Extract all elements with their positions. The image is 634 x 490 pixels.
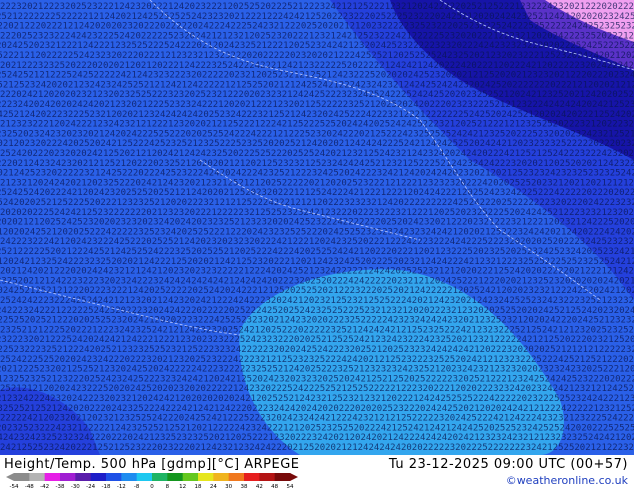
legend-tick-label: 38: [241, 484, 248, 489]
legend-swatch: [228, 473, 245, 481]
contour-label-row: 2325212122252022212223242325242121242323…: [0, 325, 634, 335]
legend-arrow-right: [290, 473, 298, 481]
legend-swatch: [90, 473, 107, 481]
legend-swatch: [75, 473, 92, 481]
legend-swatch: [182, 473, 199, 481]
legend-swatch: [244, 473, 260, 481]
contour-label-row: 2524222525202024232422202223202123202523…: [0, 355, 634, 365]
contour-label-row: 2422232224212024232224252220252521242023…: [0, 237, 634, 247]
contour-label-row: 2021242021222020242423212124212023202323…: [0, 267, 634, 277]
contour-label-row: 2020212120252425232020232320232420242023…: [0, 218, 634, 228]
contour-label-row: 2021222323252022202020212021202221242223…: [0, 61, 634, 71]
valid-time: Tu 23-12-2025 09:00 UTC (00+57): [388, 457, 628, 472]
contour-label-row: 2424232423252323242220222024212325232325…: [0, 433, 634, 443]
legend-tick-label: -38: [56, 484, 65, 489]
contour-label-row: 2120202425212020252224222223252324202525…: [0, 227, 634, 237]
map-viewer: 2223202122232025232221242320222124202322…: [0, 0, 634, 490]
color-legend: -54 -48 -42 -38 -30 -24 -18 -12 -8 0 8 12 18 24 30 38 42…: [6, 473, 298, 489]
contour-label-row: 2021242523202222232124252220222425232224…: [0, 169, 634, 179]
contour-label-row: 2024252023212221242221232525222524222021…: [0, 41, 634, 51]
contour-label-row: 2524202220232020242125202121202421242423…: [0, 149, 634, 159]
legend-swatch: [259, 473, 276, 481]
legend-tick-label: -24: [86, 484, 95, 489]
legend-swatch: [198, 473, 214, 481]
contour-label-row: 2421252523242022212521252322202322202124…: [0, 443, 634, 453]
legend-arrow-left: [6, 473, 14, 481]
legend-swatch: [106, 473, 122, 481]
legend-swatch: [121, 473, 138, 481]
legend-swatch: [274, 473, 291, 481]
contour-label-row: 2021202320222420252024212522242523252123…: [0, 139, 634, 149]
contour-label-row: 2123252325212322202524232425222323242421…: [0, 374, 634, 384]
contour-label-row: 2024252125212122202223222124202522222025…: [0, 286, 634, 296]
contour-label-row: 2322232021222524202424212422212221232023…: [0, 335, 634, 345]
contour-label-row: 2020202225242421252322222220212323202221…: [0, 208, 634, 218]
legend-swatch: [14, 473, 30, 481]
contour-label-row: 2021222523202125252123202425202422222422…: [0, 365, 634, 375]
contour-label-row: 2120242123252422232325202021242221252020…: [0, 257, 634, 267]
temperature-map: 2223202122232025232221242320222124202322…: [0, 0, 634, 455]
legend-tick-label: -42: [40, 484, 49, 489]
legend-swatch: [152, 473, 168, 481]
legend-swatch: [167, 473, 184, 481]
contour-label-row: 2325252125212420202220242325222422242124…: [0, 404, 634, 414]
legend-tick-label: -48: [25, 484, 34, 489]
contour-label-row: 2220242120202023212320232525222323202523…: [0, 90, 634, 100]
contour-label-row: 2521212120202423222520202425202023202022…: [0, 384, 634, 394]
contour-label-row: 2325202121242223222320232422232424242424…: [0, 276, 634, 286]
contour-label-row: 2123232221202422212324232121222123202021…: [0, 120, 634, 130]
legend-swatch: [136, 473, 153, 481]
contour-label-row: 2521222225202122242521242525242223252025…: [0, 247, 634, 257]
legend-tick-label: -8: [134, 484, 140, 489]
contour-label-row: 2325202324232023202124202422252522202025…: [0, 129, 634, 139]
contour-label-row: 2524252121222524252222242124232322232022…: [0, 71, 634, 81]
contour-label-row: 2522212120222225242323202220222121232321…: [0, 51, 634, 61]
contour-label-row: 2422232422212222252423202223202424222022…: [0, 306, 634, 316]
legend-tick-label: 12: [179, 484, 186, 489]
legend-tick-label: -12: [117, 484, 126, 489]
legend-tick-label: -54: [10, 484, 19, 489]
legend-swatch: [60, 473, 76, 481]
legend-swatch: [44, 473, 61, 481]
contour-label-row: 2223242024202024242021232021222523232422…: [0, 100, 634, 110]
contour-label-row: 2425212420222322252321202021232424242420…: [0, 110, 634, 120]
legend-swatch: [213, 473, 230, 481]
legend-tick-label: 54: [287, 484, 294, 489]
footer-bar: Height/Temp. 500 hPa [gdmp][°C] ARPEGE T…: [0, 455, 634, 490]
contour-label-row: 2524252420222421202423202525202521212420…: [0, 188, 634, 198]
legend-tick-label: 42: [256, 484, 263, 489]
legend-tick-label: 24: [210, 484, 217, 489]
contour-label-row: 2220212423242320212125212022202325212020…: [0, 159, 634, 169]
contour-label-row: 2521252324202021232423242525212124212422…: [0, 80, 634, 90]
contour-label-row: 2223202122232025232221242320222124202322…: [0, 2, 634, 12]
legend-tick-label: 48: [271, 484, 278, 489]
contour-label-layer: 2223202122232025232221242320222124202322…: [0, 2, 634, 453]
contour-label-row: 2521222222252222212124202124252525252423…: [0, 12, 634, 22]
contour-label-row: 2225252025212220202525232024212020222322…: [0, 316, 634, 326]
contour-label-row: 2222242120232021202321232525242220242524…: [0, 414, 634, 424]
contour-label-row: 2524242223222425242421212320212423202421…: [0, 296, 634, 306]
contour-label-row: 2123242224232024222320232120242421202020…: [0, 394, 634, 404]
credit-link[interactable]: ©weatheronline.co.uk: [506, 474, 628, 487]
contour-label-row: 2220212220222121242020202320222022222024…: [0, 22, 634, 32]
contour-label-row: 2524202025212522252022212323252120202223…: [0, 198, 634, 208]
contour-label-row: 2023252322242321222221242325252125212021…: [0, 423, 634, 433]
legend-tick-label: 0: [150, 484, 154, 489]
legend-tick-label: -30: [71, 484, 80, 489]
map-title: Height/Temp. 500 hPa [gdmp][°C] ARPEGE: [4, 457, 300, 472]
legend-tick-label: 30: [225, 484, 232, 489]
contour-label-row: 2225232223252122242025212323252523212522…: [0, 345, 634, 355]
legend-tick-label: 18: [195, 484, 202, 489]
contour-label-row: 2220252323222424232225242022222523202421…: [0, 31, 634, 41]
contour-label-row: 2123212024242021202325222024212423202123…: [0, 178, 634, 188]
legend-swatch: [29, 473, 46, 481]
legend-tick-label: -18: [102, 484, 111, 489]
legend-tick-label: 8: [166, 484, 170, 489]
